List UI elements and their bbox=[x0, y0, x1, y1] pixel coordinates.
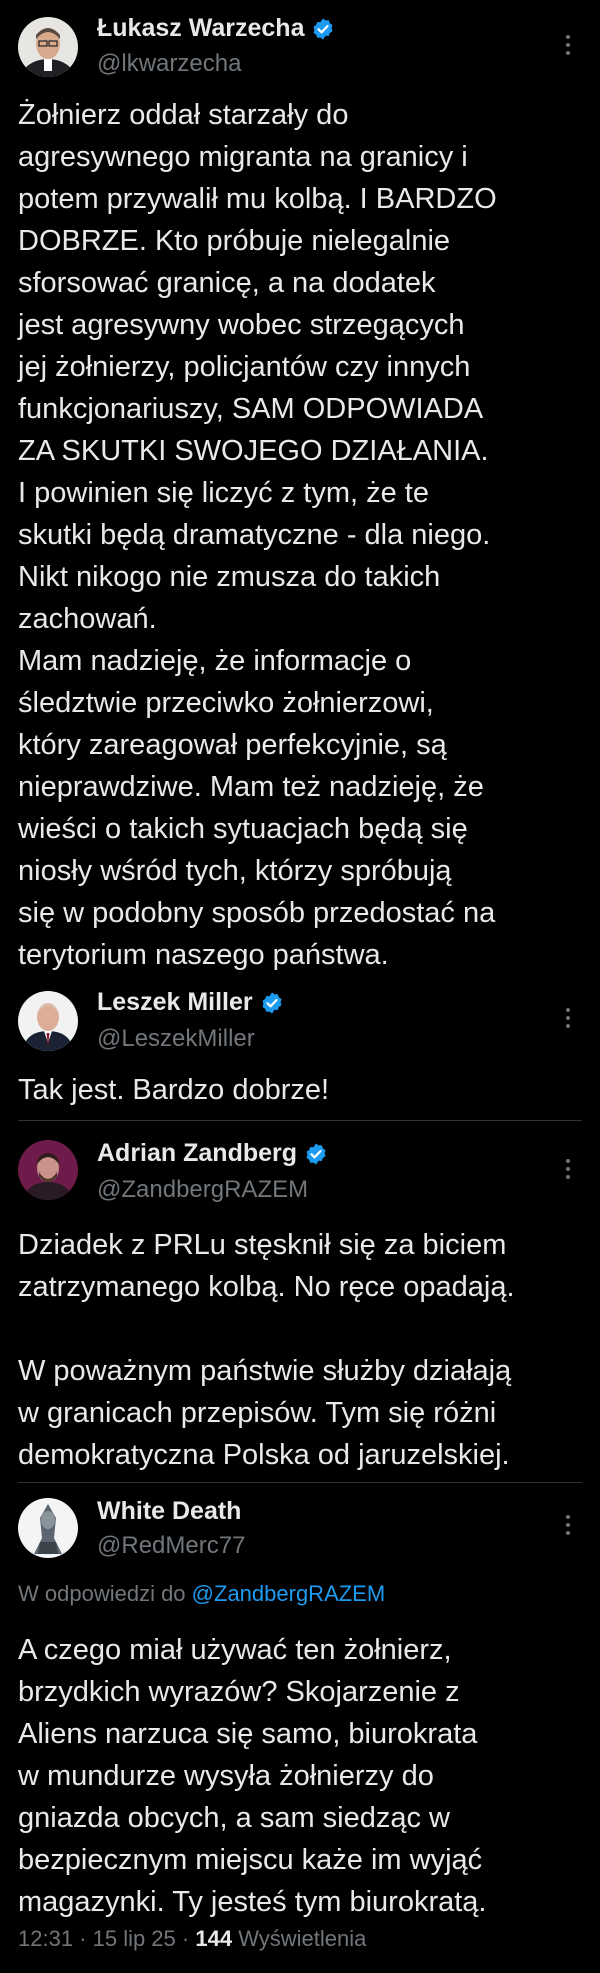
avatar[interactable] bbox=[18, 1140, 78, 1200]
reply-to-mention[interactable]: @ZandbergRAZEM bbox=[192, 1581, 386, 1606]
author-name-line[interactable]: Adrian Zandberg bbox=[97, 1139, 328, 1168]
views-label: Wyświetlenia bbox=[238, 1926, 367, 1951]
thread-divider bbox=[18, 1482, 582, 1483]
more-options-icon[interactable] bbox=[556, 30, 580, 60]
tweet-timestamp[interactable]: 12:31 · 15 lip 25 · bbox=[18, 1926, 189, 1951]
author-handle[interactable]: @RedMerc77 bbox=[97, 1532, 245, 1560]
author-name[interactable]: White Death bbox=[97, 1497, 241, 1526]
tweet-text: Dziadek z PRLu stęsknił się za biciem za… bbox=[18, 1229, 515, 1471]
author-name[interactable]: Adrian Zandberg bbox=[97, 1139, 297, 1168]
author-handle[interactable]: @lkwarzecha bbox=[97, 50, 241, 78]
verified-badge-icon bbox=[306, 1143, 326, 1164]
author-name-line[interactable]: Łukasz Warzecha bbox=[97, 14, 335, 43]
reply-to-line: W odpowiedzi do @ZandbergRAZEM bbox=[18, 1581, 385, 1607]
avatar[interactable] bbox=[18, 17, 78, 77]
author-name[interactable]: Łukasz Warzecha bbox=[97, 14, 304, 43]
tweet-text: Żołnierz oddał starzały do agresywnego m… bbox=[18, 99, 497, 971]
views-count: 144 bbox=[195, 1926, 233, 1951]
verified-badge-icon bbox=[262, 992, 282, 1013]
thread-divider bbox=[18, 1120, 582, 1121]
verified-badge-icon bbox=[313, 18, 333, 39]
avatar[interactable] bbox=[18, 991, 78, 1051]
more-options-icon[interactable] bbox=[556, 1510, 580, 1540]
author-name-line[interactable]: Leszek Miller bbox=[97, 988, 284, 1017]
tweet-text: A czego miał używać ten żołnierz, brzydk… bbox=[18, 1634, 487, 1918]
tweet-text: Tak jest. Bardzo dobrze! bbox=[18, 1074, 330, 1106]
author-handle[interactable]: @LeszekMiller bbox=[97, 1025, 255, 1053]
more-options-icon[interactable] bbox=[556, 1003, 580, 1033]
author-handle[interactable]: @ZandbergRAZEM bbox=[97, 1176, 308, 1204]
author-name-line[interactable]: White Death bbox=[97, 1497, 241, 1526]
more-options-icon[interactable] bbox=[556, 1154, 580, 1184]
tweet-meta: 12:31 · 15 lip 25 · 144 Wyświetlenia bbox=[18, 1926, 366, 1952]
author-name[interactable]: Leszek Miller bbox=[97, 988, 253, 1017]
reply-to-prefix: W odpowiedzi do bbox=[18, 1581, 186, 1606]
avatar[interactable] bbox=[18, 1498, 78, 1558]
